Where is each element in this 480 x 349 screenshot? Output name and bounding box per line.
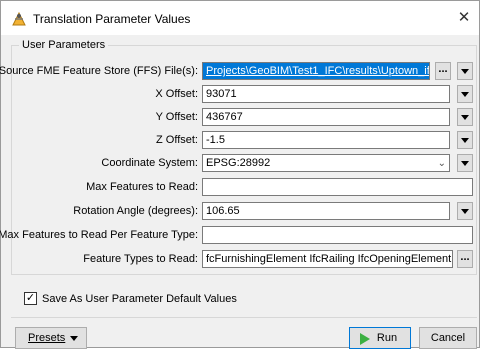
- source-ffs-menu-button[interactable]: [457, 62, 473, 80]
- z-offset-label: Z Offset:: [156, 134, 198, 146]
- z-offset-field[interactable]: -1.5: [202, 131, 450, 149]
- run-play-icon: [360, 333, 370, 345]
- dropdown-arrow-icon: [70, 336, 78, 341]
- x-offset-menu-button[interactable]: [457, 85, 473, 103]
- cancel-button[interactable]: Cancel: [419, 327, 477, 349]
- y-offset-field[interactable]: 436767: [202, 108, 450, 126]
- group-legend: User Parameters: [19, 39, 109, 51]
- max-features-field[interactable]: [202, 178, 473, 196]
- max-features-label: Max Features to Read:: [86, 181, 198, 193]
- coordinate-system-label: Coordinate System:: [101, 157, 198, 169]
- feature-types-label: Feature Types to Read:: [83, 253, 198, 265]
- x-offset-label: X Offset:: [155, 88, 198, 100]
- feature-types-browse-button[interactable]: ...: [457, 250, 473, 268]
- chevron-down-icon: ⌄: [437, 158, 446, 169]
- max-per-type-label: Max Features to Read Per Feature Type:: [0, 229, 198, 241]
- source-ffs-label: Source FME Feature Store (FFS) File(s):: [0, 65, 198, 77]
- dialog-title: Translation Parameter Values: [33, 12, 191, 26]
- y-offset-label: Y Offset:: [155, 111, 198, 123]
- presets-button[interactable]: Presets: [15, 327, 87, 349]
- coordinate-system-menu-button[interactable]: [457, 154, 473, 172]
- coordinate-system-select[interactable]: EPSG:28992 ⌄: [202, 154, 450, 172]
- feature-types-field[interactable]: fcFurnishingElement IfcRailing IfcOpenin…: [202, 250, 453, 268]
- rotation-angle-label: Rotation Angle (degrees):: [73, 205, 198, 217]
- source-ffs-field[interactable]: Projects\GeoBIM\Test1_IFC\results\Uptown…: [202, 62, 430, 80]
- save-default-checkbox[interactable]: ✓: [24, 292, 37, 305]
- coordinate-system-value: EPSG:28992: [206, 157, 271, 169]
- fme-app-icon: [12, 11, 26, 26]
- rotation-angle-menu-button[interactable]: [457, 202, 473, 220]
- close-icon[interactable]: ✕: [453, 7, 475, 29]
- x-offset-field[interactable]: 93071: [202, 85, 450, 103]
- presets-label: Presets: [28, 332, 66, 344]
- z-offset-menu-button[interactable]: [457, 131, 473, 149]
- source-ffs-browse-button[interactable]: ...: [435, 62, 451, 80]
- save-default-label: Save As User Parameter Default Values: [42, 293, 237, 305]
- title-bar: Translation Parameter Values ✕: [1, 1, 479, 35]
- run-label: Run: [376, 332, 398, 344]
- run-button[interactable]: Run: [349, 327, 411, 349]
- y-offset-menu-button[interactable]: [457, 108, 473, 126]
- footer-divider: [11, 317, 477, 318]
- max-per-type-field[interactable]: [202, 226, 473, 244]
- dialog-window: Translation Parameter Values ✕ User Para…: [0, 0, 480, 349]
- rotation-angle-field[interactable]: 106.65: [202, 202, 450, 220]
